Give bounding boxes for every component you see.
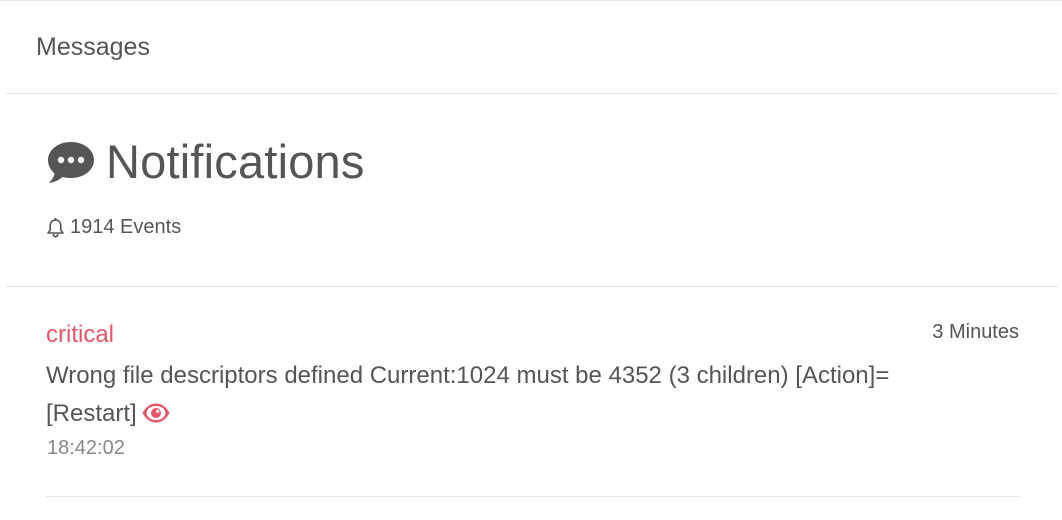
- page: Messages Notifications 1914 Events criti…: [0, 0, 1062, 520]
- event-message-text: Wrong file descriptors defined Current:1…: [46, 362, 890, 427]
- notifications-summary: Notifications 1914 Events: [6, 94, 1058, 287]
- panel-header: Messages: [6, 1, 1058, 94]
- events-count: 1914 Events: [46, 216, 181, 239]
- notifications-heading: Notifications: [46, 134, 365, 189]
- panel-title: Messages: [36, 33, 150, 61]
- event-item: critical 3 Minutes Wrong file descriptor…: [46, 311, 1019, 497]
- eye-icon[interactable]: [141, 402, 171, 424]
- event-message: Wrong file descriptors defined Current:1…: [46, 357, 986, 433]
- event-timestamp: 18:42:02: [47, 437, 125, 459]
- events-count-label: 1914 Events: [70, 216, 182, 238]
- chat-bubble-icon: [48, 141, 94, 183]
- notifications-title: Notifications: [106, 135, 365, 188]
- event-time-ago: 3 Minutes: [932, 321, 1019, 343]
- event-severity: critical: [46, 321, 115, 348]
- bell-icon: [47, 217, 64, 238]
